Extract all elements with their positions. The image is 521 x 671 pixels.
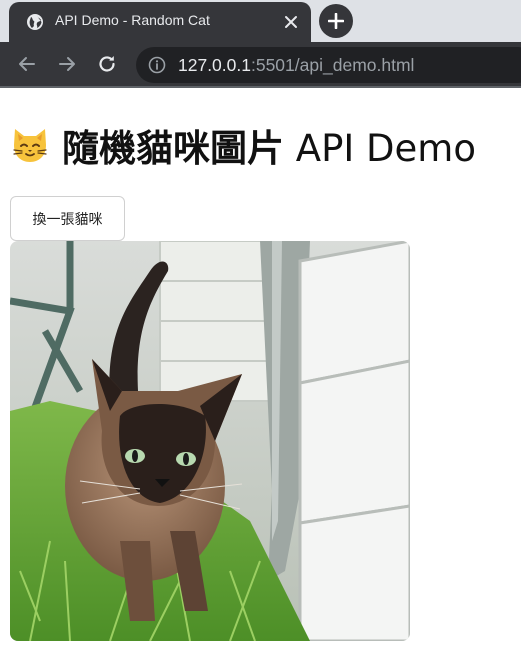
globe-icon — [27, 14, 43, 30]
url-text: 127.0.0.1:5501/api_demo.html — [178, 55, 414, 76]
cat-photo — [10, 241, 410, 641]
browser-toolbar: 127.0.0.1:5501/api_demo.html — [0, 42, 521, 88]
cat-face-emoji — [13, 129, 47, 162]
url-path: :5501/api_demo.html — [250, 55, 415, 75]
page-content: 隨機貓咪圖片 API Demo 換一張貓咪 — [0, 90, 521, 671]
page-title: 隨機貓咪圖片 API Demo — [10, 123, 476, 170]
next-cat-button[interactable]: 換一張貓咪 — [10, 196, 125, 241]
browser-tab[interactable]: API Demo - Random Cat — [9, 2, 311, 42]
close-icon[interactable] — [281, 12, 301, 32]
plus-icon — [328, 13, 344, 29]
new-tab-button[interactable] — [319, 4, 353, 38]
address-bar[interactable]: 127.0.0.1:5501/api_demo.html — [136, 47, 521, 83]
heading-cjk: 隨機貓咪圖片 — [62, 127, 284, 170]
tab-title: API Demo - Random Cat — [55, 12, 210, 28]
reload-icon[interactable] — [96, 53, 118, 75]
arrow-left-icon[interactable] — [16, 53, 38, 75]
info-icon[interactable] — [148, 56, 166, 74]
url-host: 127.0.0.1 — [178, 55, 251, 75]
cat-photo-image — [10, 241, 410, 641]
arrow-right-icon[interactable] — [56, 53, 78, 75]
heading-latin: API Demo — [284, 127, 476, 170]
heading-text: 隨機貓咪圖片 API Demo — [62, 118, 476, 172]
tab-strip: API Demo - Random Cat — [0, 0, 521, 42]
